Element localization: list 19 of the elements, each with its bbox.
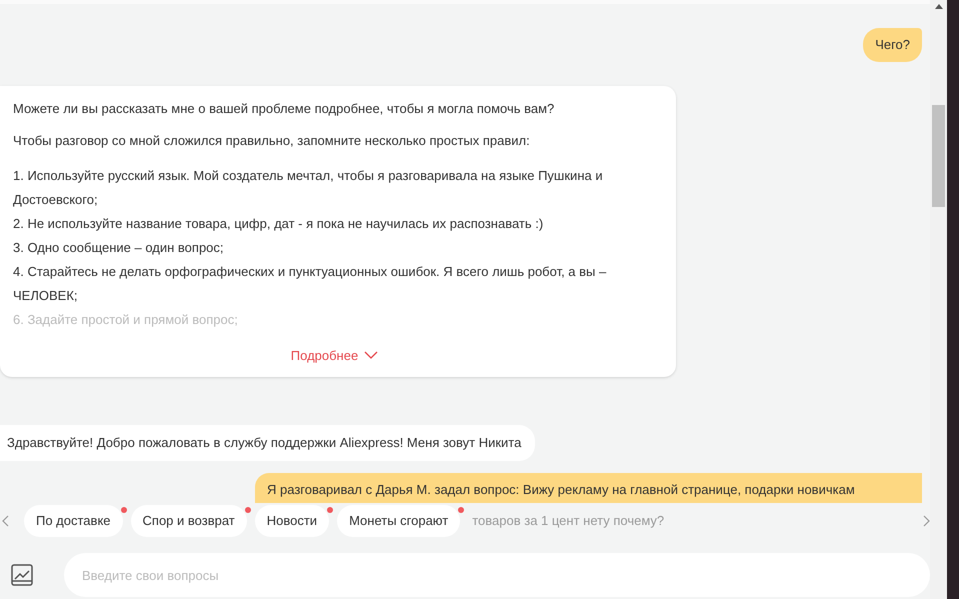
question-input[interactable]: Введите свои вопросы <box>64 553 930 597</box>
message-text: товаров за 1 цент нету почему? <box>472 512 664 530</box>
chevron-right-icon[interactable] <box>922 515 930 527</box>
rule-text: 1. Используйте русский язык. Мой создатель мечтал, чтобы я разговаривала на языке Пушкина и Достоевского; <box>13 166 604 209</box>
user-message: Я разговаривал с Дарья М. задал вопрос: Вижу рекламу на главной странице, подарки новичкам <box>255 472 922 503</box>
message-paragraph: Чтобы разговор со мной сложился правильно, запомните несколько простых правил: <box>13 132 531 150</box>
rule-text: 3. Одно сообщение – один вопрос; <box>13 238 225 257</box>
message-paragraph: Можете ли вы рассказать мне о вашей проблеме подробнее, чтобы я могла помочь вам? <box>13 100 556 118</box>
scrollbar-thumb[interactable] <box>932 105 945 207</box>
user-message: Чего? <box>863 28 922 62</box>
chevron-down-icon <box>364 351 378 360</box>
image-icon[interactable] <box>10 563 34 587</box>
scroll-up-icon[interactable] <box>934 4 942 9</box>
rule-text: 6. Задайте простой и прямой вопрос; <box>13 310 239 329</box>
rule-text: 4. Старайтесь не делать орфографических и пунктуационных ошибок. Я всего лишь робот, а вы – ЧЕЛОВЕК; <box>13 262 608 304</box>
more-link[interactable]: Подробнее <box>290 346 378 365</box>
rule-text: 2. Не используйте название товара, цифр, дат - я пока не научилась их распознавать :) <box>13 214 544 233</box>
bot-message: Здравствуйте! Добро пожаловать в службу поддержки Aliexpress! Меня зовут Никита <box>0 425 536 460</box>
chevron-left-icon[interactable] <box>2 515 10 527</box>
